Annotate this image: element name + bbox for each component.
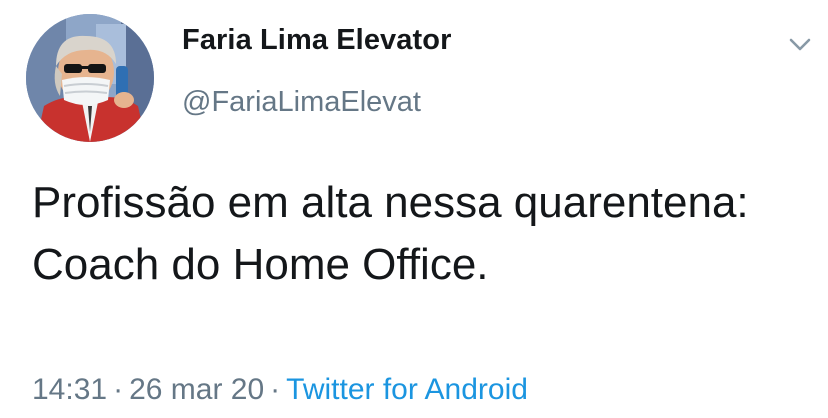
tweet-date[interactable]: 26 mar 20 <box>129 373 264 406</box>
avatar[interactable] <box>26 14 154 142</box>
avatar-image <box>26 14 154 142</box>
tweet-text: Profissão em alta nessa quarentena: Coac… <box>32 178 749 289</box>
display-name[interactable]: Faria Lima Elevator <box>182 24 451 57</box>
meta-separator: · <box>270 373 281 406</box>
tweet-time[interactable]: 14:31 <box>32 373 107 406</box>
meta-separator: · <box>113 373 124 406</box>
tweet-meta: 14:31 · 26 mar 20 · Twitter for Android <box>32 373 528 407</box>
tweet-card: Faria Lima Elevator @FariaLimaElevat Pro… <box>0 0 828 418</box>
tweet-source-link[interactable]: Twitter for Android <box>286 373 528 406</box>
chevron-down-icon[interactable] <box>786 30 814 58</box>
user-handle[interactable]: @FariaLimaElevat <box>182 86 421 119</box>
